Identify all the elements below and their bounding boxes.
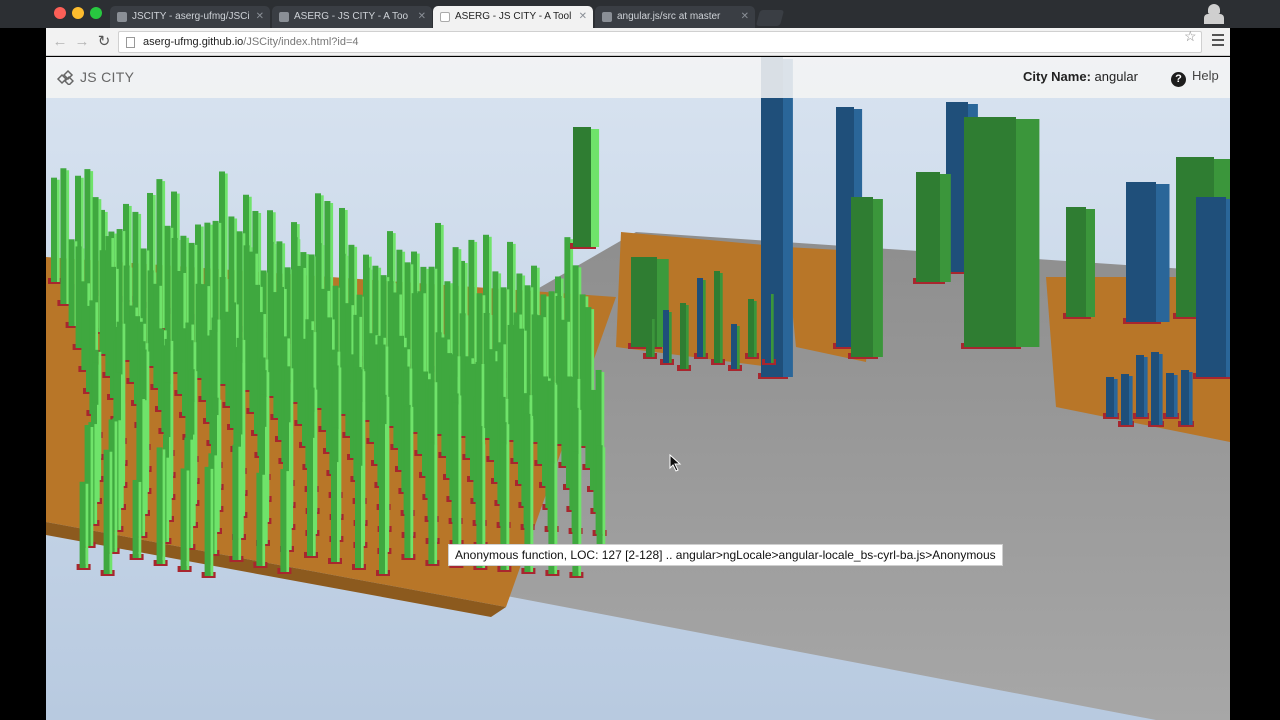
tab-title: angular.js/src at master <box>617 11 721 22</box>
building-tower[interactable] <box>570 127 600 249</box>
tab-jscity-github[interactable]: JSCITY - aserg-ufmg/JSCi ✕ <box>110 6 270 28</box>
reload-icon[interactable]: ↻ <box>94 32 114 52</box>
help-link[interactable]: ? Help <box>1171 68 1219 87</box>
city-name: City Name: angular <box>1023 69 1138 84</box>
window-left-edge <box>0 28 46 720</box>
close-tab-icon[interactable]: ✕ <box>418 6 426 28</box>
back-arrow-icon[interactable]: ← <box>50 32 70 52</box>
building-function[interactable] <box>961 117 1040 349</box>
tab-title: JSCITY - aserg-ufmg/JSCi <box>132 11 250 22</box>
building-variable[interactable] <box>1193 197 1230 379</box>
tab-aserg-jscity-active[interactable]: ASERG - JS CITY - A Tool ✕ <box>433 6 593 28</box>
browser-toolbar: ← → ↻ aserg-ufmg.github.io/JSCity/index.… <box>46 28 1230 56</box>
new-tab-button[interactable] <box>755 10 785 26</box>
minimize-window-button[interactable] <box>72 7 84 19</box>
close-window-button[interactable] <box>54 7 66 19</box>
help-label: Help <box>1192 68 1219 83</box>
close-tab-icon[interactable]: ✕ <box>741 6 749 28</box>
city-3d-canvas[interactable]: JS CITY City Name: angular ? Help Anonymo… <box>46 57 1230 720</box>
tab-title: ASERG - JS CITY - A Too <box>294 11 409 22</box>
building-function[interactable] <box>1063 207 1095 319</box>
maximize-window-button[interactable] <box>90 7 102 19</box>
profile-avatar-icon[interactable] <box>1200 2 1228 26</box>
tab-aserg-jscity-1[interactable]: ASERG - JS CITY - A Too ✕ <box>272 6 432 28</box>
tab-strip: JSCITY - aserg-ufmg/JSCi ✕ ASERG - JS CI… <box>0 0 1280 28</box>
mouse-pointer-icon <box>669 454 682 472</box>
question-icon: ? <box>1171 72 1186 87</box>
app-brand[interactable]: JS CITY <box>80 69 134 85</box>
jscity-logo-icon <box>56 69 74 85</box>
github-icon <box>117 12 127 22</box>
close-tab-icon[interactable]: ✕ <box>579 6 587 28</box>
page-icon <box>440 12 450 22</box>
building-variable[interactable] <box>1123 182 1170 324</box>
page-icon <box>126 37 135 48</box>
tab-angular-src[interactable]: angular.js/src at master ✕ <box>595 6 755 28</box>
page-icon <box>279 12 289 22</box>
url-path: /JSCity/index.html?id=4 <box>243 36 359 48</box>
forward-arrow-icon[interactable]: → <box>72 32 92 52</box>
app-header: JS CITY City Name: angular ? Help <box>46 57 1230 98</box>
building-variable[interactable] <box>758 57 793 379</box>
building-tooltip: Anonymous function, LOC: 127 [2-128] .. … <box>448 544 1003 566</box>
tab-title: ASERG - JS CITY - A Tool <box>455 11 572 22</box>
url-host: aserg-ufmg.github.io <box>143 36 244 48</box>
github-icon <box>602 12 612 22</box>
browser-window: JSCITY - aserg-ufmg/JSCi ✕ ASERG - JS CI… <box>0 0 1280 720</box>
building-function[interactable] <box>848 197 883 359</box>
building-function[interactable] <box>913 172 951 284</box>
city-name-label: City Name: <box>1023 69 1091 84</box>
city-scene[interactable] <box>46 57 1230 720</box>
menu-hamburger-icon[interactable] <box>1212 34 1224 48</box>
city-name-value: angular <box>1094 69 1138 84</box>
window-right-edge <box>1230 28 1280 720</box>
address-bar[interactable]: aserg-ufmg.github.io/JSCity/index.html?i… <box>118 31 1202 53</box>
close-tab-icon[interactable]: ✕ <box>256 6 264 28</box>
bookmark-star-icon[interactable]: ☆ <box>1184 28 1197 45</box>
